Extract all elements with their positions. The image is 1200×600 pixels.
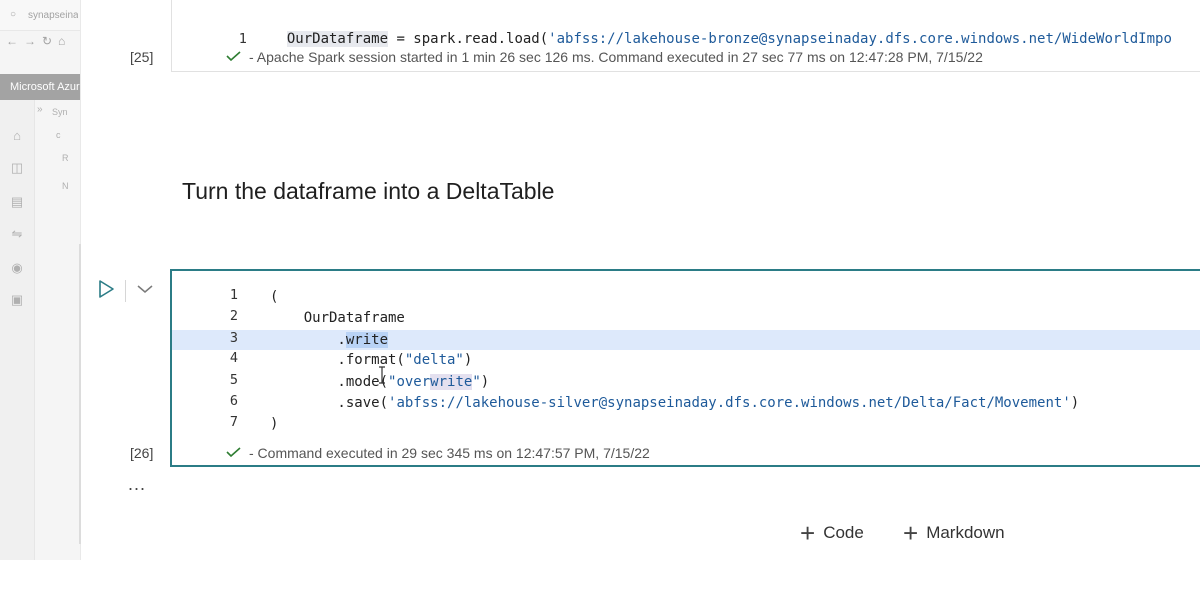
- browser-tab-title: synapseinaday: [28, 10, 78, 21]
- code-text: .: [270, 332, 346, 348]
- code-line[interactable]: (: [270, 287, 278, 308]
- string-token: "delta": [404, 352, 464, 368]
- check-icon: [226, 447, 241, 457]
- selected-token: write: [345, 332, 389, 348]
- briefcase-icon[interactable]: ▣: [9, 292, 25, 308]
- exec-count-25: [25]: [130, 49, 154, 65]
- line-number: 4: [229, 350, 238, 366]
- portal-side-rail: ⌂ ◫ ▤ ⇋ ◉ ▣: [0, 100, 35, 560]
- code-text: ): [270, 416, 279, 432]
- plus-icon: +: [903, 518, 919, 548]
- code-text: = spark.read.load(: [388, 31, 549, 47]
- add-code-label: Code: [823, 523, 864, 542]
- add-code-cell-button[interactable]: + Code: [800, 519, 864, 547]
- string-token: 'abfss://lakehouse-bronze@synapseinaday.…: [548, 31, 1172, 47]
- add-markdown-cell-button[interactable]: + Markdown: [903, 519, 1005, 547]
- add-markdown-label: Markdown: [926, 523, 1005, 542]
- globe-icon: ○: [10, 9, 17, 20]
- code-text: ): [480, 374, 490, 390]
- code-line[interactable]: .save('abfss://lakehouse-silver@synapsei…: [270, 393, 1079, 414]
- exec-count-26: [26]: [130, 445, 154, 461]
- toolbar-divider: [125, 280, 126, 302]
- string-token: "over: [388, 374, 431, 390]
- browser-tab[interactable]: ○ synapseinaday: [0, 0, 80, 31]
- line-number: 2: [229, 308, 238, 324]
- line-number: 1: [238, 31, 247, 47]
- monitor-icon[interactable]: ◉: [9, 260, 25, 276]
- document-icon[interactable]: ▤: [9, 194, 25, 210]
- database-icon[interactable]: ◫: [9, 160, 25, 176]
- code-text: ): [1070, 395, 1080, 411]
- status-text: - Apache Spark session started in 1 min …: [249, 49, 983, 65]
- cell-status-26: - Command executed in 29 sec 345 ms on 1…: [226, 445, 650, 461]
- code-line[interactable]: .write: [270, 330, 389, 351]
- portal-brand-banner: Microsoft Azure: [0, 74, 80, 100]
- code-text: .save(: [270, 395, 389, 411]
- tree-item: R: [62, 153, 69, 163]
- line-number: 7: [229, 414, 238, 430]
- more-options-button[interactable]: ...: [128, 474, 146, 495]
- code-text: .mode(: [270, 374, 389, 390]
- chevron-down-icon[interactable]: [135, 281, 155, 297]
- line-number: 3: [229, 330, 238, 346]
- check-icon: [226, 51, 241, 61]
- string-token: 'abfss://lakehouse-silver@synapseinaday.…: [388, 395, 1071, 411]
- markdown-heading: Turn the dataframe into a DeltaTable: [182, 178, 555, 204]
- match-highlight-token: write: [430, 374, 473, 390]
- item-crumb: c: [56, 130, 61, 140]
- plus-icon: +: [800, 518, 816, 548]
- notebook-gutter-line: [79, 244, 81, 544]
- cell-status-25: - Apache Spark session started in 1 min …: [226, 49, 983, 65]
- code-line[interactable]: OurDataframe: [270, 308, 405, 329]
- pipeline-icon[interactable]: ⇋: [9, 226, 25, 242]
- code-text: ): [463, 352, 473, 368]
- string-token: ": [472, 374, 481, 390]
- code-text: OurDataframe: [270, 310, 405, 326]
- double-chevron-icon[interactable]: »: [37, 104, 43, 115]
- home-icon[interactable]: ⌂: [9, 128, 25, 144]
- run-cell-icon[interactable]: [96, 279, 116, 299]
- browser-nav-buttons[interactable]: ←→↻⌂: [6, 34, 71, 48]
- code-line[interactable]: .format("delta"): [270, 350, 472, 371]
- line-number: 6: [229, 393, 238, 409]
- line-number: 5: [229, 372, 238, 388]
- line-number: 1: [229, 287, 238, 303]
- code-text: (: [270, 289, 279, 305]
- tree-item-2: N: [62, 181, 69, 191]
- background-portal: ○ synapseinaday ←→↻⌂ Microsoft Azure ⌂ ◫…: [0, 0, 81, 560]
- text-cursor-icon: [379, 366, 385, 384]
- code-line[interactable]: 1 OurDataframe = spark.read.load('abfss:/…: [200, 8, 1172, 47]
- code-line[interactable]: ): [270, 414, 278, 435]
- status-text: - Command executed in 29 sec 345 ms on 1…: [249, 445, 650, 461]
- workspace-crumb: Syn: [52, 107, 68, 117]
- variable-token: OurDataframe: [286, 31, 389, 47]
